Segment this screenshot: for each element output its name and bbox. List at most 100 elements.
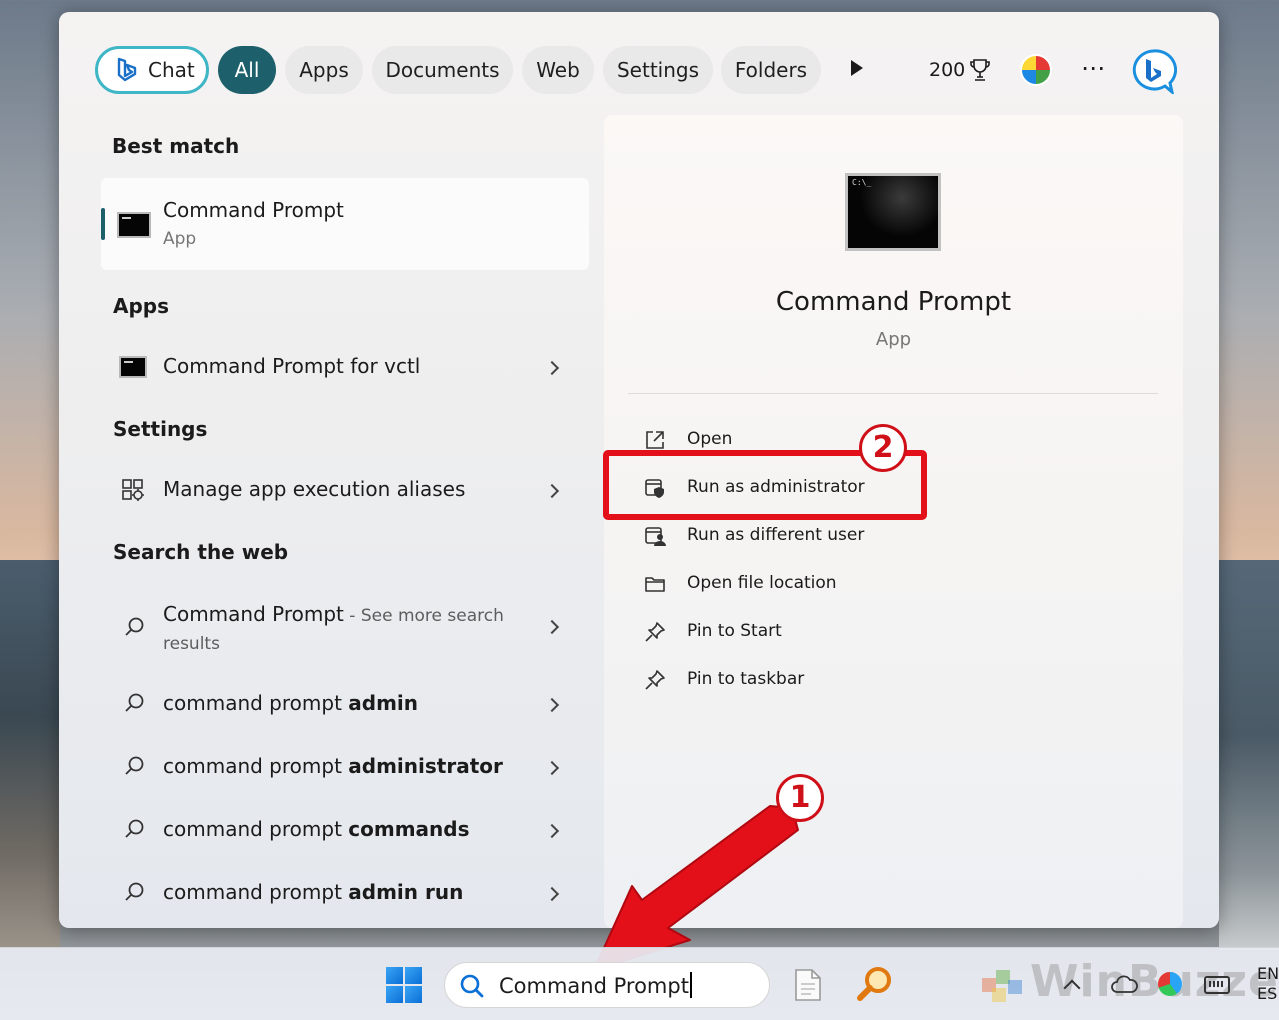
filter-chat-label: Chat (148, 58, 195, 82)
command-prompt-icon (117, 212, 151, 238)
best-match-subtitle: App (163, 229, 197, 249)
filter-settings[interactable]: Settings (603, 46, 713, 94)
suggestion-prefix: command prompt (163, 691, 349, 715)
chevron-right-icon (544, 823, 560, 839)
filter-all[interactable]: All (218, 46, 276, 94)
web-result-see-more[interactable]: Command Prompt - See more search results (101, 592, 589, 662)
desktop-wallpaper-right (1219, 560, 1279, 950)
search-icon (125, 819, 144, 838)
user-avatar[interactable] (1020, 54, 1052, 86)
bing-icon[interactable] (1129, 48, 1177, 94)
web-suggestion[interactable]: command prompt commands (101, 802, 589, 858)
web-suggestion-label: command prompt admin (163, 691, 418, 715)
browser-tray-icon[interactable] (1158, 972, 1182, 996)
lang-line-2: ES (1257, 984, 1278, 1003)
open-external-icon (646, 431, 664, 449)
search-filter-bar: Chat All Apps Documents Web Settings Fol… (95, 46, 1185, 94)
web-suggestion-label: command prompt commands (163, 817, 470, 841)
filter-web[interactable]: Web (522, 46, 594, 94)
winbuzzer-watermark: WinBuzzer (1030, 956, 1279, 1007)
search-icon (125, 617, 144, 636)
web-suggestion[interactable]: command prompt administrator (101, 739, 589, 795)
filter-chat[interactable]: Chat (95, 46, 209, 94)
chevron-right-icon (544, 886, 560, 902)
suggestion-prefix: command prompt (163, 817, 349, 841)
apps-heading: Apps (113, 294, 170, 318)
input-language-indicator[interactable]: EN ES (1257, 964, 1279, 1004)
search-text: Command Prompt (499, 974, 689, 998)
filter-documents[interactable]: Documents (372, 46, 513, 94)
everything-search-icon[interactable] (855, 964, 895, 1004)
keyboard-icon[interactable] (1204, 976, 1230, 994)
app-command-prompt-vctl[interactable]: Command Prompt for vctl (101, 339, 589, 395)
more-options-icon[interactable]: ⋯ (1081, 46, 1106, 94)
web-suggestion-label: command prompt administrator (163, 754, 503, 778)
app-aliases-settings-icon (122, 479, 144, 501)
filter-apps[interactable]: Apps (285, 46, 363, 94)
chevron-right-icon (544, 360, 560, 376)
step-2-badge: 2 (859, 424, 907, 472)
winbuzzer-logo-icon (982, 970, 1022, 1002)
onedrive-cloud-icon[interactable] (1110, 974, 1138, 994)
settings-heading: Settings (113, 417, 208, 441)
chevron-right-icon (544, 619, 560, 635)
app-item-name: Command Prompt (163, 354, 344, 378)
search-icon (460, 974, 484, 998)
desktop-wallpaper-left (0, 560, 60, 950)
setting-manage-app-aliases[interactable]: Manage app execution aliases (101, 462, 589, 518)
chevron-right-icon (544, 760, 560, 776)
web-suggestion[interactable]: command prompt admin (101, 676, 589, 732)
command-prompt-large-icon: C:\_ (845, 173, 941, 251)
action-pin-to-start[interactable]: Pin to Start (644, 613, 1124, 653)
filter-folders[interactable]: Folders (721, 46, 821, 94)
divider (628, 393, 1158, 394)
preview-subtitle: App (875, 329, 912, 350)
taskbar-search-input[interactable]: Command Prompt (444, 962, 770, 1008)
folder-icon (645, 577, 665, 592)
app-item-label: Command Prompt for vctl (163, 354, 420, 378)
action-label: Run as different user (687, 525, 865, 545)
web-suggestion-label: command prompt admin run (163, 880, 463, 904)
action-pin-to-taskbar[interactable]: Pin to taskbar (644, 661, 1124, 701)
search-icon (125, 693, 144, 712)
best-match-command-prompt[interactable]: Command Prompt App (101, 178, 589, 270)
user-switch-icon (645, 527, 666, 546)
best-match-title: Command Prompt (163, 198, 344, 222)
pin-icon (645, 622, 665, 642)
action-label: Open (687, 429, 733, 449)
web-result-query: Command Prompt (163, 602, 344, 626)
windows-start-icon[interactable] (386, 967, 422, 1003)
suggestion-prefix: command prompt (163, 754, 349, 778)
action-label: Pin to taskbar (687, 669, 805, 689)
suggestion-prefix: command prompt (163, 880, 349, 904)
action-run-as-different-user[interactable]: Run as different user (644, 517, 1124, 557)
command-prompt-icon (119, 356, 147, 378)
search-icon (125, 756, 144, 775)
suggestion-bold: admin (348, 691, 419, 715)
suggestion-bold: commands (348, 817, 470, 841)
action-label: Pin to Start (687, 621, 782, 641)
bing-chat-icon (117, 57, 137, 82)
suggestion-bold: administrator (348, 754, 503, 778)
notepad-icon[interactable] (794, 968, 822, 1002)
web-suggestion[interactable]: command prompt admin run (101, 865, 589, 921)
step-1-badge: 1 (776, 774, 824, 822)
web-result-title: Command Prompt - See more search (163, 602, 504, 626)
taskbar: Command Prompt WinBuzzer EN ES (0, 947, 1279, 1020)
best-match-heading: Best match (112, 134, 240, 158)
chevron-right-icon (544, 483, 560, 499)
trophy-icon[interactable] (969, 58, 991, 82)
pin-icon (645, 670, 665, 690)
lang-line-1: EN (1257, 964, 1279, 983)
suggestion-bold: admin run (348, 880, 464, 904)
setting-label: Manage app execution aliases (163, 477, 466, 501)
action-open-file-location[interactable]: Open file location (644, 565, 1124, 605)
chevron-right-icon (544, 697, 560, 713)
app-item-suffix: for vctl (343, 354, 421, 378)
text-caret (689, 972, 692, 998)
more-filters-arrow-icon[interactable] (851, 60, 863, 76)
selection-accent (101, 208, 105, 240)
rewards-points[interactable]: 200 (929, 46, 965, 94)
action-label: Open file location (687, 573, 837, 593)
search-icon (125, 882, 144, 901)
